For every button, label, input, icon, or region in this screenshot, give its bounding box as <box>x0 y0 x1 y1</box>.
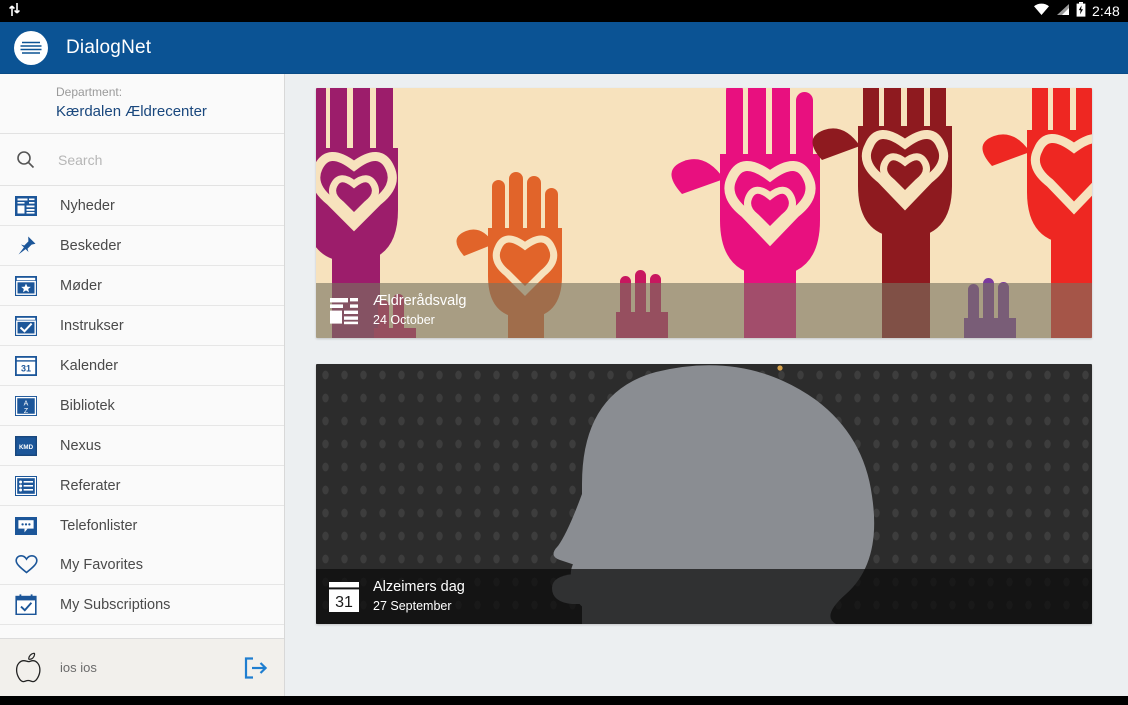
card-date: 24 October <box>373 313 435 327</box>
nav-group: 31 Kalender <box>0 346 284 386</box>
sync-arrows-icon <box>8 2 21 20</box>
sidebar-footer: ios ios <box>0 638 284 696</box>
pin-icon <box>14 234 38 258</box>
sidebar-item-label: Kalender <box>60 357 119 374</box>
sidebar-item-label: Nyheder <box>60 197 115 214</box>
sidebar-item-label: Møder <box>60 277 102 294</box>
sidebar-item-label: My Favorites <box>60 556 143 573</box>
logout-icon[interactable] <box>240 656 270 680</box>
phone-list-icon <box>14 514 38 538</box>
search-input[interactable]: Search <box>58 152 102 168</box>
sidebar: Department: Kærdalen Ældrecenter Search <box>0 74 285 696</box>
nav-group: Referater <box>0 466 284 506</box>
news-icon <box>14 194 38 218</box>
sidebar-nav-list: Nyheder Beskeder Møder Instrukser 31 Kal… <box>0 186 284 638</box>
svg-text:KMD: KMD <box>19 444 34 451</box>
kmd-logo-icon: KMD <box>14 434 38 458</box>
department-name: Kærdalen Ældrecenter <box>56 103 207 120</box>
sidebar-item-label: Telefonlister <box>60 517 138 534</box>
card-caption: Ældrerådsvalg 24 October <box>316 283 1092 338</box>
status-bar-clock: 2:48 <box>1091 3 1120 19</box>
home-circle-icon[interactable] <box>544 697 584 705</box>
department-label: Department: <box>56 85 123 99</box>
recents-square-icon[interactable] <box>722 697 762 705</box>
content-area: Ældrerådsvalg 24 October 31 Alzeimers da… <box>285 74 1128 696</box>
sidebar-item-beskeder[interactable]: Beskeder <box>0 226 284 265</box>
apple-logo-icon <box>14 652 42 683</box>
sidebar-item-nyheder[interactable]: Nyheder <box>0 186 284 225</box>
nav-group: Instrukser <box>0 306 284 346</box>
nav-group: Telefonlister My Favorites <box>0 506 284 585</box>
card-title: Alzeimers dag <box>373 579 465 595</box>
footer-username: ios ios <box>60 660 97 675</box>
calendar-check-icon <box>14 593 38 617</box>
status-bar-right: 2:48 <box>1033 2 1120 20</box>
app-bar: DialogNet <box>0 22 1128 74</box>
calendar-31-icon: 31 <box>14 354 38 378</box>
back-triangle-icon[interactable] <box>366 697 406 705</box>
sidebar-item-label: My Subscriptions <box>60 596 171 613</box>
svg-text:A: A <box>24 400 29 407</box>
a-z-icon: A Z <box>14 394 38 418</box>
checkbox-icon <box>14 314 38 338</box>
card-date: 27 September <box>373 599 452 613</box>
android-nav-bar <box>0 696 1128 705</box>
svg-text:31: 31 <box>21 363 31 373</box>
nav-group: Møder <box>0 266 284 306</box>
minutes-list-icon <box>14 474 38 498</box>
search-icon <box>14 150 36 169</box>
sidebar-item-label: Nexus <box>60 437 102 454</box>
sidebar-item-nexus[interactable]: KMD Nexus <box>0 426 284 465</box>
svg-text:Z: Z <box>24 408 29 415</box>
battery-charging-icon <box>1076 2 1086 20</box>
dialognet-speech-bubble-logo[interactable] <box>14 30 48 65</box>
sidebar-item-telefonlister[interactable]: Telefonlister <box>0 506 284 545</box>
sidebar-item-label: Beskeder <box>60 237 122 254</box>
nav-group: Beskeder <box>0 226 284 266</box>
sidebar-item-instrukser[interactable]: Instrukser <box>0 306 284 345</box>
sidebar-item-my-favorites[interactable]: My Favorites <box>0 545 284 584</box>
sidebar-item-label: Instrukser <box>60 317 124 334</box>
news-icon <box>328 294 360 328</box>
nav-group: Nyheder <box>0 186 284 226</box>
nav-group: My Subscriptions <box>0 585 284 625</box>
card-caption-text: Ældrerådsvalg 24 October <box>373 292 467 329</box>
sidebar-item-my-subscriptions[interactable]: My Subscriptions <box>0 585 284 624</box>
status-bar-left <box>8 2 1033 20</box>
card-caption-text: Alzeimers dag 27 September <box>373 578 465 615</box>
card-caption: 31 Alzeimers dag 27 September <box>316 569 1092 624</box>
sidebar-item-kalender[interactable]: 31 Kalender <box>0 346 284 385</box>
nav-group: A Z Bibliotek <box>0 386 284 426</box>
cell-signal-icon <box>1056 3 1070 19</box>
heart-outline-icon <box>14 553 38 577</box>
wifi-icon <box>1033 3 1050 19</box>
card-title: Ældrerådsvalg <box>373 293 467 309</box>
sidebar-item-referater[interactable]: Referater <box>0 466 284 505</box>
svg-text:31: 31 <box>335 594 353 611</box>
news-card-alzeimers-dag[interactable]: 31 Alzeimers dag 27 September <box>316 364 1092 624</box>
android-status-bar: 2:48 <box>0 0 1128 22</box>
search-row[interactable]: Search <box>0 134 284 186</box>
sidebar-item-bibliotek[interactable]: A Z Bibliotek <box>0 386 284 425</box>
app-body: Department: Kærdalen Ældrecenter Search <box>0 74 1128 696</box>
calendar-31-icon: 31 <box>328 580 360 614</box>
star-calendar-icon <box>14 274 38 298</box>
sidebar-item-moeder[interactable]: Møder <box>0 266 284 305</box>
nav-group: KMD Nexus <box>0 426 284 466</box>
sidebar-item-label: Referater <box>60 477 121 494</box>
news-card-aeldreraadsvalg[interactable]: Ældrerådsvalg 24 October <box>316 88 1092 338</box>
department-selector[interactable]: Department: Kærdalen Ældrecenter <box>0 74 284 134</box>
sidebar-item-label: Bibliotek <box>60 397 115 414</box>
app-title: DialogNet <box>66 36 152 58</box>
